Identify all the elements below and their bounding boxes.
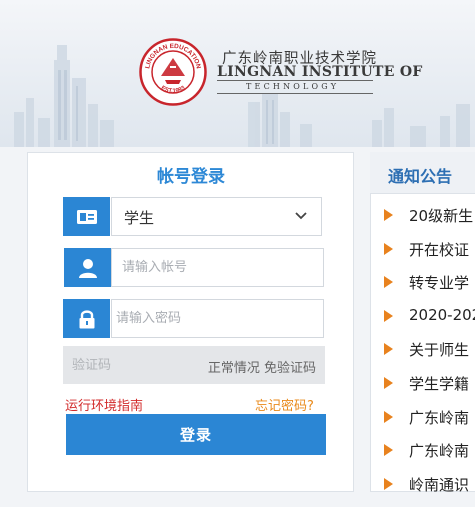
captcha-input[interactable] (63, 346, 182, 384)
notice-item[interactable]: 转专业学 (384, 272, 475, 306)
notice-item-label[interactable]: 学生学籍 (409, 373, 469, 394)
lock-icon (63, 299, 110, 338)
notice-item[interactable]: 关于师生 (384, 339, 475, 373)
notice-item-label[interactable]: 开在校证 (409, 239, 469, 260)
notice-item-label[interactable]: 岭南通识 (409, 474, 469, 495)
notice-item-label[interactable]: 20级新生 (409, 205, 473, 226)
role-select[interactable]: 学生 (111, 197, 322, 236)
notice-item-label[interactable]: 广东岭南 (409, 440, 469, 461)
notice-item[interactable]: 开在校证 (384, 239, 475, 273)
login-title: 帐号登录 (157, 167, 225, 187)
divider (217, 93, 373, 94)
password-field[interactable] (111, 299, 324, 338)
chevron-down-icon (295, 212, 307, 220)
triangle-right-icon (384, 410, 393, 423)
triangle-right-icon (384, 209, 393, 221)
triangle-right-icon (384, 477, 393, 490)
divider (217, 80, 373, 81)
school-name-english-line2: TECHNOLOGY (246, 82, 340, 91)
id-card-icon (63, 197, 110, 236)
role-select-value: 学生 (124, 209, 155, 227)
triangle-right-icon (384, 242, 393, 255)
notice-item-label[interactable]: 广东岭南 (409, 407, 469, 428)
school-name-english: LINGNAN INSTITUTE OF (217, 64, 423, 80)
login-button[interactable]: 登录 (66, 414, 326, 455)
page-header: LINGNAN EDUCATION EST.1993 广东岭南职业技术学院 LI… (0, 0, 475, 147)
school-emblem-logo: LINGNAN EDUCATION EST.1993 (139, 38, 207, 106)
notice-title: 通知公告 (388, 167, 453, 186)
triangle-right-icon (384, 276, 393, 289)
notice-item[interactable]: 20级新生 (384, 205, 475, 239)
triangle-right-icon (384, 343, 393, 356)
notice-item[interactable]: 广东岭南 (384, 440, 475, 474)
notice-item-label[interactable]: 转专业学 (409, 272, 469, 293)
password-input[interactable] (112, 300, 296, 337)
triangle-right-icon (384, 444, 393, 457)
triangle-right-icon (384, 309, 393, 322)
account-field[interactable] (111, 248, 324, 287)
triangle-right-icon (384, 376, 393, 389)
captcha-status-text: 正常情况 免验证码 (207, 361, 316, 376)
user-icon (64, 248, 111, 287)
account-input[interactable] (112, 249, 302, 286)
notice-item[interactable]: 岭南通识 (384, 474, 475, 507)
notice-item[interactable]: 广东岭南 (384, 407, 475, 441)
notice-item-label[interactable]: 2020-202 (409, 306, 475, 324)
notice-item[interactable]: 2020-202 (384, 306, 475, 340)
forgot-password-link[interactable]: 忘记密码? (255, 395, 314, 414)
notice-item[interactable]: 学生学籍 (384, 373, 475, 407)
environment-guide-link[interactable]: 运行环境指南 (65, 395, 143, 414)
captcha-field[interactable]: 正常情况 免验证码 (63, 346, 325, 384)
notice-item-label[interactable]: 关于师生 (409, 339, 469, 360)
notice-list: 20级新生 开在校证 转专业学 2020-202 关于师生 学生学籍 广东岭南 … (384, 205, 475, 507)
